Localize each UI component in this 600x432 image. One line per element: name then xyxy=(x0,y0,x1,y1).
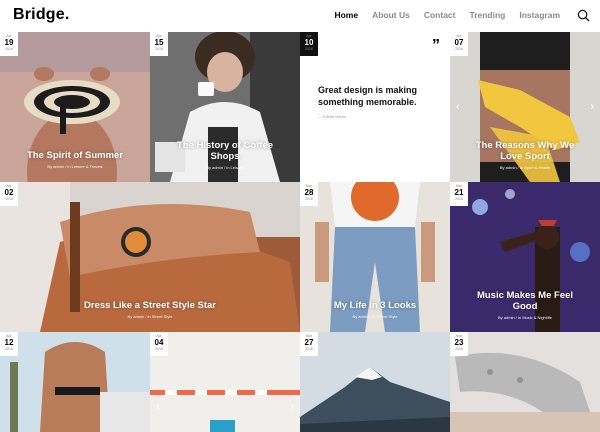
nav-about-us[interactable]: About Us xyxy=(372,10,410,20)
post-date-badge: Apr 19 2016 xyxy=(0,32,18,56)
post-meta: By admin / in Street Style xyxy=(352,314,398,319)
post-meta: By admin / in Street Style xyxy=(127,314,173,319)
post-grid: Apr 19 2016 The Spirit of Summer By admi… xyxy=(0,32,600,432)
post-title[interactable]: Music Makes Me Feel Good xyxy=(470,290,580,312)
quote-tile[interactable]: Apr 10 2016 ” Great design is making som… xyxy=(300,32,450,182)
post-title[interactable]: My Life In 3 Looks xyxy=(300,300,450,311)
post-image xyxy=(0,332,150,432)
post-date-badge: Apr 12 2016 xyxy=(0,332,18,356)
quote-text: Great design is making something memorab… xyxy=(318,85,418,107)
post-date-badge: Apr 10 2016 xyxy=(300,32,318,56)
slider-prev-icon[interactable]: ‹ xyxy=(456,101,460,113)
post-image xyxy=(450,332,600,432)
quote-mark-icon: ” xyxy=(432,37,440,54)
post-tile-arm[interactable]: Mar 23 2016 xyxy=(450,332,600,432)
quote-author: — Ellette Harris xyxy=(318,114,347,119)
post-date-badge: Apr 02 2016 xyxy=(0,182,18,206)
slider-next-icon[interactable]: › xyxy=(290,401,294,413)
slider-prev-icon[interactable]: ‹ xyxy=(156,401,160,413)
post-tile-love-sport[interactable]: Apr 07 2016 ‹ › The Reasons Why We Love … xyxy=(450,32,600,182)
post-tile-history-of-coffee-shops[interactable]: Apr 15 2016 The History of Coffee Shops … xyxy=(150,32,300,182)
post-date-badge: Mar 28 2016 xyxy=(300,182,318,206)
post-caption: The Reasons Why We Love Sport By admin /… xyxy=(450,140,600,170)
nav-instagram[interactable]: Instagram xyxy=(519,10,560,20)
post-title[interactable]: The Spirit of Summer xyxy=(0,150,150,161)
post-title[interactable]: The History of Coffee Shops xyxy=(172,140,278,162)
post-image xyxy=(300,332,450,432)
main-nav: Home About Us Contact Trending Instagram xyxy=(334,10,560,20)
post-date-badge: Mar 27 2016 xyxy=(300,332,318,356)
nav-trending[interactable]: Trending xyxy=(469,10,505,20)
nav-contact[interactable]: Contact xyxy=(424,10,456,20)
post-tile-music-makes-me-feel-good[interactable]: Mar 21 2016 Music Makes Me Feel Good By … xyxy=(450,182,600,332)
post-meta: By admin / in Leisure xyxy=(206,165,244,170)
site-logo[interactable]: Bridge. xyxy=(13,6,70,24)
post-caption: Music Makes Me Feel Good By admin / in M… xyxy=(450,290,600,320)
post-caption: My Life In 3 Looks By admin / in Street … xyxy=(300,300,450,319)
nav-home[interactable]: Home xyxy=(334,10,358,20)
post-caption: The History of Coffee Shops By admin / i… xyxy=(150,140,300,170)
slider-next-icon[interactable]: › xyxy=(590,101,594,113)
post-date-badge: Mar 23 2016 xyxy=(450,332,468,356)
post-tile-pool[interactable]: Apr 04 2016 ‹ › xyxy=(150,332,300,432)
post-caption: The Spirit of Summer By admin / in Leisu… xyxy=(0,150,150,169)
post-tile-my-life-in-3-looks[interactable]: Mar 28 2016 My Life In 3 Looks By admin … xyxy=(300,182,450,332)
post-date-badge: Apr 04 2016 xyxy=(150,332,168,356)
post-tile-street-style-star[interactable]: Apr 02 2016 Dress Like a Street Style St… xyxy=(0,182,300,332)
post-date-badge: Apr 15 2016 xyxy=(150,32,168,56)
post-tile-mountain[interactable]: Mar 27 2016 xyxy=(300,332,450,432)
post-meta: By admin / in Sport & Health xyxy=(499,165,551,170)
post-meta: By admin / in Leisure & Travels xyxy=(47,164,103,169)
site-header: Bridge. Home About Us Contact Trending I… xyxy=(0,0,600,32)
post-date-badge: Mar 21 2016 xyxy=(450,182,468,206)
search-icon[interactable] xyxy=(577,9,590,22)
post-title[interactable]: Dress Like a Street Style Star xyxy=(0,300,300,311)
post-tile-spirit-of-summer[interactable]: Apr 19 2016 The Spirit of Summer By admi… xyxy=(0,32,150,182)
post-image xyxy=(150,332,300,432)
post-title[interactable]: The Reasons Why We Love Sport xyxy=(470,140,580,162)
post-caption: Dress Like a Street Style Star By admin … xyxy=(0,300,300,319)
post-meta: By admin / in Music & Nightlife xyxy=(497,315,553,320)
post-tile-beach[interactable]: Apr 12 2016 xyxy=(0,332,150,432)
post-date-badge: Apr 07 2016 xyxy=(450,32,468,56)
